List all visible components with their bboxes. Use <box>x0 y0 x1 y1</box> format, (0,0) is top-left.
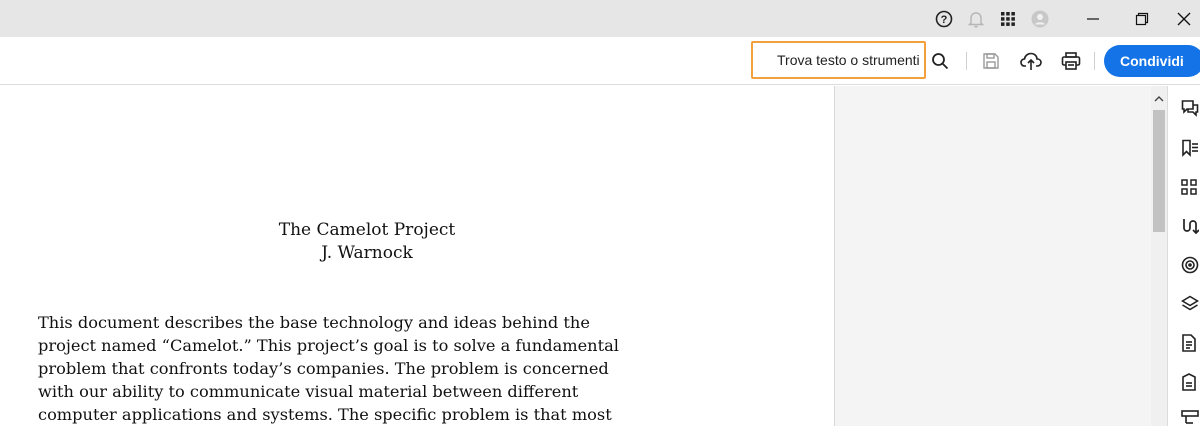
save-icon[interactable] <box>979 49 1003 73</box>
target-icon[interactable] <box>1181 255 1200 275</box>
close-icon[interactable] <box>1168 0 1200 37</box>
layers-icon[interactable] <box>1181 294 1200 314</box>
scroll-up-arrow-icon[interactable] <box>1151 92 1167 106</box>
magnifier-icon[interactable] <box>928 49 952 73</box>
toolbar-divider <box>966 52 967 70</box>
scrollbar-thumb[interactable] <box>1153 110 1165 232</box>
toolbar: Trova testo o strumenti Condividi <box>0 37 1200 85</box>
document-icon[interactable] <box>1181 333 1200 353</box>
minimize-icon[interactable] <box>1070 0 1116 37</box>
viewer-background <box>835 86 1151 426</box>
svg-text:?: ? <box>941 14 948 26</box>
document-paragraph: This document describes the base technol… <box>38 311 738 426</box>
paragraph-line: problem that confronts today’s companies… <box>38 359 609 378</box>
paragraph-line: computer applications and systems. The s… <box>38 405 612 424</box>
structure-icon[interactable] <box>1181 408 1200 428</box>
title-bar: ? <box>0 0 1200 37</box>
restore-icon[interactable] <box>1119 0 1165 37</box>
bell-icon[interactable] <box>966 9 986 29</box>
document-heading: The Camelot Project J. Warnock <box>0 219 734 265</box>
search-input-value: Trova testo o strumenti <box>777 52 920 68</box>
vertical-scrollbar[interactable] <box>1151 86 1167 426</box>
app-grid-icon[interactable] <box>998 9 1018 29</box>
printer-icon[interactable] <box>1059 49 1083 73</box>
thumbnails-grid-icon[interactable] <box>1181 177 1200 197</box>
share-button[interactable]: Condividi <box>1104 45 1200 77</box>
paragraph-line: This document describes the base technol… <box>38 313 590 332</box>
form-document-icon[interactable] <box>1181 372 1200 392</box>
comment-icon[interactable] <box>1181 98 1200 118</box>
paragraph-line: project named “Camelot.” This project’s … <box>38 336 619 355</box>
cloud-upload-icon[interactable] <box>1019 49 1043 73</box>
link-icon[interactable] <box>1181 216 1200 236</box>
bookmark-list-icon[interactable] <box>1181 138 1200 158</box>
user-avatar-icon[interactable] <box>1030 9 1050 29</box>
document-author: J. Warnock <box>321 243 413 263</box>
document-title: The Camelot Project <box>278 220 456 240</box>
toolbar-divider <box>1094 52 1095 70</box>
right-tools-rail <box>1167 86 1200 426</box>
paragraph-line: with our ability to communicate visual m… <box>38 382 579 401</box>
help-circle-icon[interactable]: ? <box>934 9 954 29</box>
search-input[interactable]: Trova testo o strumenti <box>751 41 926 79</box>
